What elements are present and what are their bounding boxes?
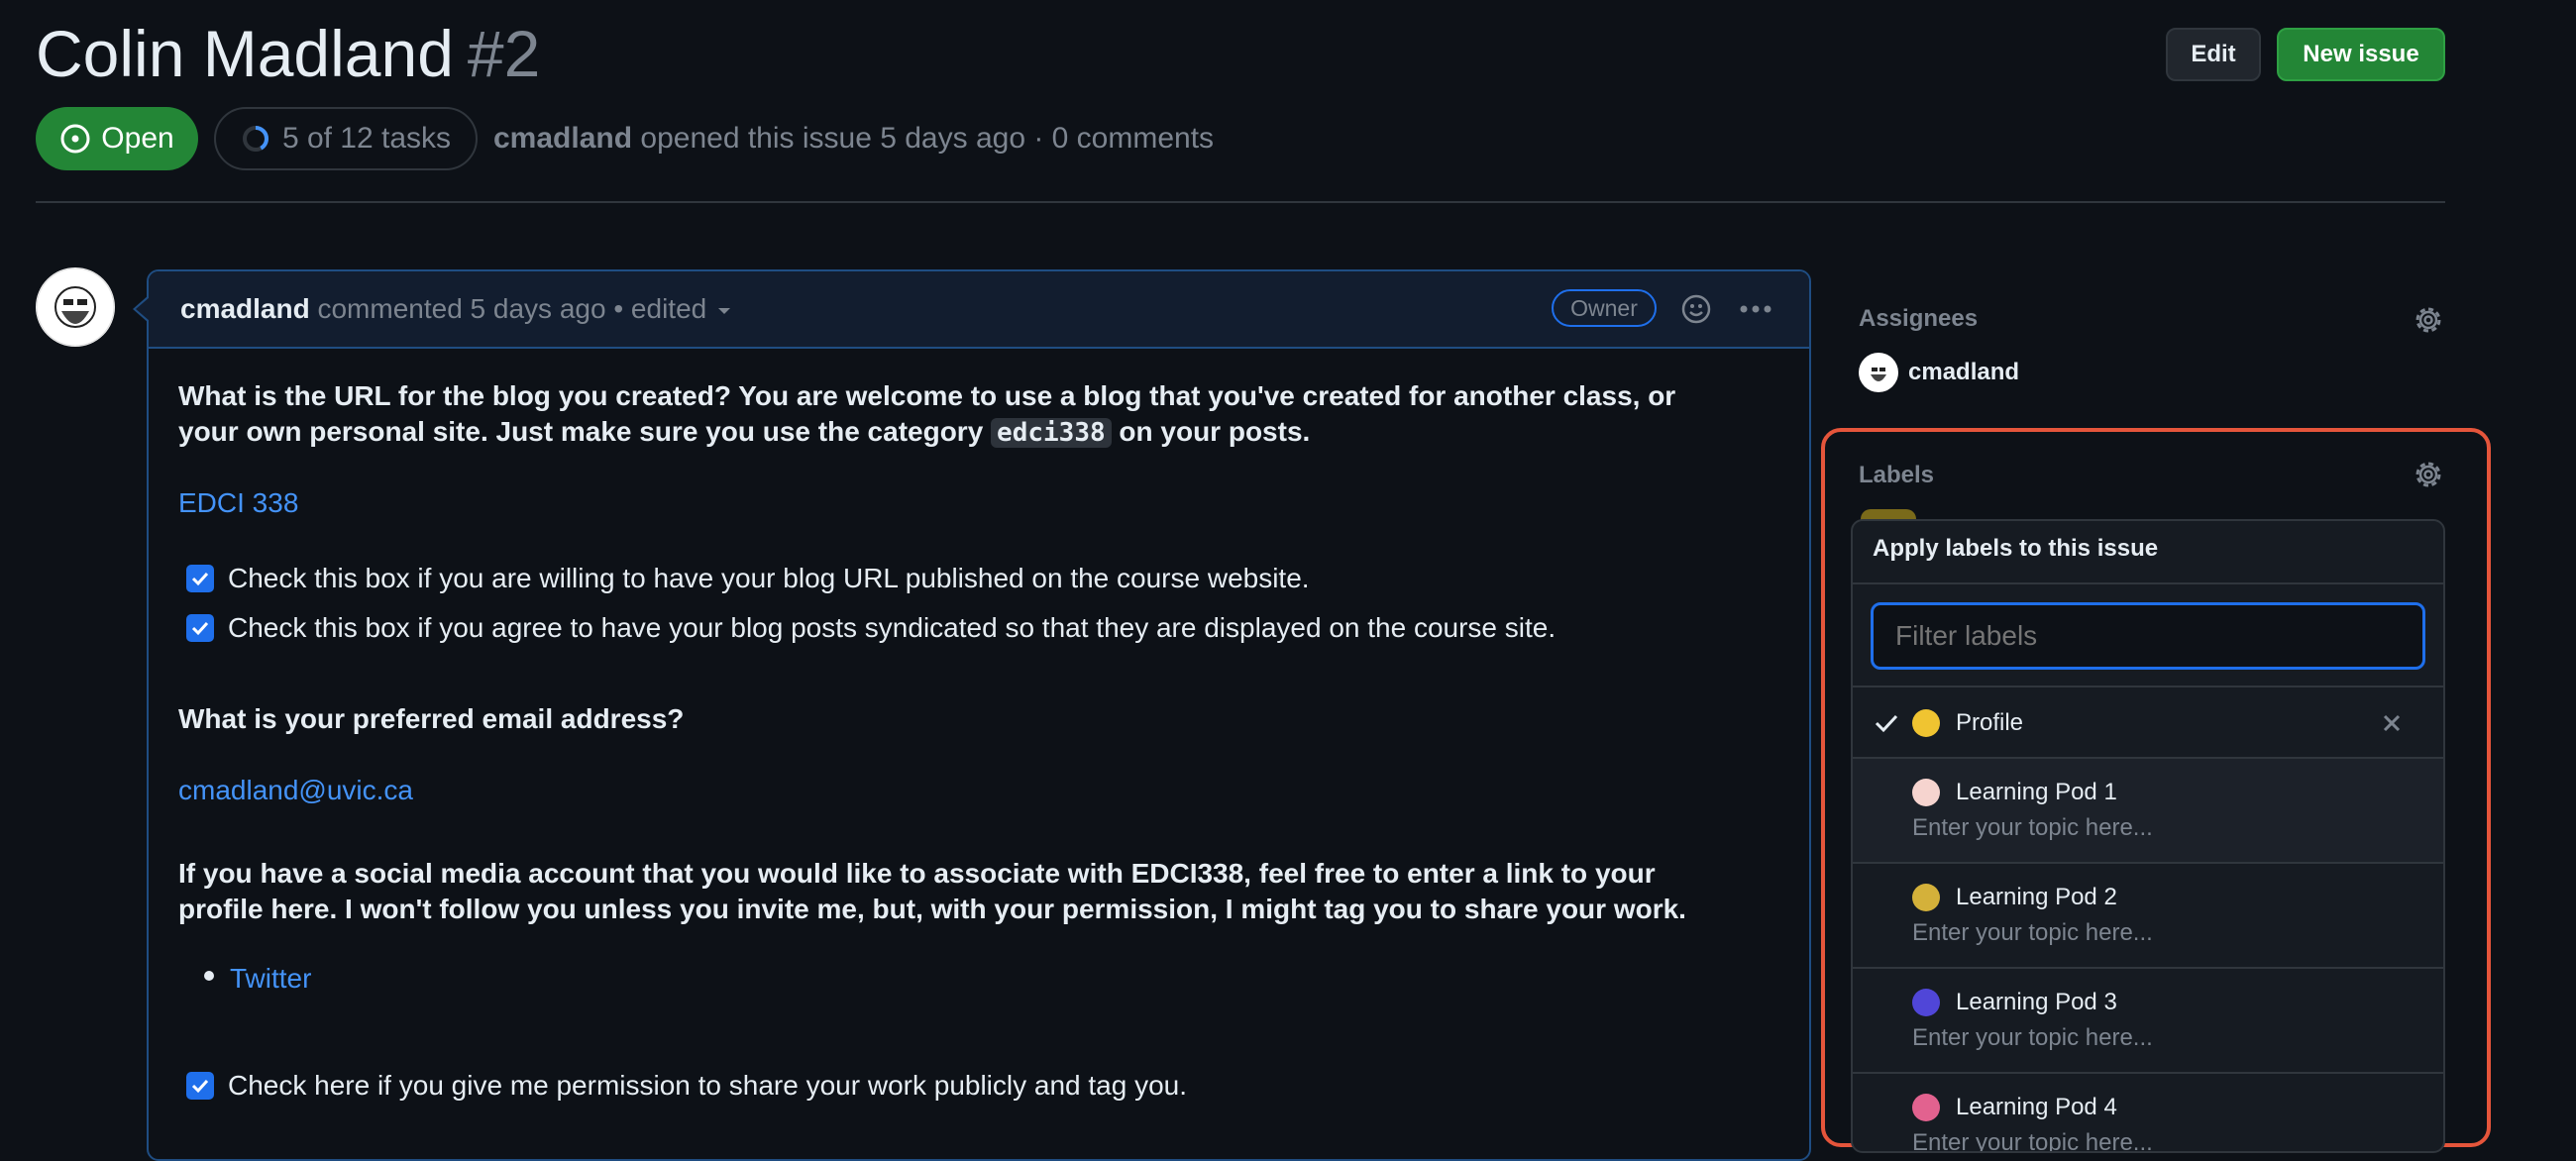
issue-number: #2 [467, 17, 541, 90]
header-divider [36, 201, 2445, 203]
divider [1853, 582, 2443, 584]
question-line: profile here. I won't follow you unless … [178, 894, 1686, 924]
emoji-reaction-icon[interactable] [1680, 293, 1712, 325]
checkbox-checked[interactable] [186, 614, 214, 642]
label-color-dot [1912, 884, 1940, 911]
question-line: What is the URL for the blog you created… [178, 380, 1676, 411]
status-badge: Open [36, 107, 198, 170]
label-row: Learning Pod 2 [1912, 884, 2117, 911]
check-icon [1875, 714, 1898, 733]
label-name: Learning Pod 3 [1956, 989, 2117, 1015]
question-email: What is your preferred email address? [178, 703, 685, 734]
question-line: your own personal site. Just make sure y… [178, 416, 1311, 448]
status-label: Open [101, 122, 174, 155]
issue-opened-text: opened this issue 5 days ago · 0 comment… [640, 122, 1215, 155]
gear-icon[interactable] [2412, 303, 2445, 337]
task-progress-label: 5 of 12 tasks [281, 122, 452, 155]
edited-dropdown[interactable]: edited [631, 293, 706, 324]
task-progress[interactable]: 5 of 12 tasks [214, 107, 478, 170]
label-color-dot [1912, 1094, 1940, 1121]
label-description: Enter your topic here... [1912, 1024, 2153, 1051]
task-label: Check this box if you agree to have your… [228, 612, 1556, 643]
question-line: If you have a social media account that … [178, 858, 1656, 889]
checkbox-checked[interactable] [186, 1072, 214, 1100]
comment-time: commented 5 days ago [317, 293, 606, 324]
label-option-learning-pod-2[interactable] [1853, 864, 2443, 969]
label-option-learning-pod-1[interactable] [1853, 759, 2443, 864]
checkmark-icon [191, 621, 209, 636]
comment-author[interactable]: cmadland [180, 293, 310, 324]
kebab-menu-icon[interactable] [1736, 293, 1775, 325]
progress-ring-icon [242, 126, 268, 152]
issue-title: Colin Madland #2 [36, 14, 540, 93]
checkmark-icon [191, 1079, 209, 1094]
blog-link[interactable]: EDCI 338 [178, 485, 298, 521]
label-name: Learning Pod 4 [1956, 1094, 2117, 1120]
labels-heading: Labels [1859, 462, 1935, 488]
close-icon[interactable] [2378, 709, 2406, 737]
label-color-dot [1912, 779, 1940, 806]
issue-meta: cmadland opened this issue 5 days ago · … [493, 119, 1214, 158]
new-issue-button[interactable]: New issue [2277, 28, 2445, 81]
task-label: Check this box if you are willing to hav… [228, 563, 1310, 593]
comment-pointer-fill [136, 297, 150, 321]
label-name: Profile [1956, 709, 2024, 736]
label-description: Enter your topic here... [1912, 814, 2153, 841]
issue-author[interactable]: cmadland [493, 122, 632, 155]
assignee-item[interactable]: cmadland [1859, 353, 2019, 392]
label-color-dot [1912, 989, 1940, 1016]
question-social: If you have a social media account that … [178, 856, 1686, 927]
label-color-dot [1912, 709, 1940, 737]
label-description: Enter your topic here... [1912, 919, 2153, 946]
label-option-learning-pod-3[interactable] [1853, 969, 2443, 1074]
question-blog-url: What is the URL for the blog you created… [178, 378, 1675, 451]
label-name: Learning Pod 1 [1956, 779, 2117, 805]
label-row: Learning Pod 1 [1912, 779, 2117, 806]
assignee-name: cmadland [1908, 359, 2020, 385]
task-label: Check here if you give me permission to … [228, 1070, 1188, 1101]
task-checkbox-row: Check this box if you agree to have your… [186, 612, 1556, 644]
label-row: Learning Pod 3 [1912, 989, 2117, 1016]
label-row: Learning Pod 4 [1912, 1094, 2117, 1121]
twitter-link[interactable]: Twitter [230, 961, 311, 997]
task-checkbox-row: Check here if you give me permission to … [186, 1070, 1187, 1102]
owner-badge: Owner [1552, 289, 1657, 327]
label-row: Profile [1912, 709, 2023, 737]
avatar[interactable] [36, 267, 115, 347]
task-checkbox-row: Check this box if you are willing to hav… [186, 563, 1310, 594]
issue-title-text: Colin Madland [36, 17, 454, 90]
comment-meta: cmadland commented 5 days ago • edited [180, 289, 734, 329]
filter-labels-input[interactable] [1871, 602, 2425, 670]
chevron-down-icon[interactable] [714, 304, 734, 318]
popover-title: Apply labels to this issue [1873, 535, 2159, 562]
checkbox-checked[interactable] [186, 565, 214, 592]
edit-button[interactable]: Edit [2166, 28, 2261, 81]
label-description: Enter your topic here... [1912, 1129, 2153, 1151]
avatar [1859, 353, 1898, 392]
assignees-heading: Assignees [1859, 305, 1979, 332]
label-option-learning-pod-4[interactable]: Learning Pod 4 Enter your topic here... [1853, 1074, 2443, 1151]
category-code: edci338 [991, 418, 1112, 448]
bullet [204, 971, 214, 981]
issue-open-icon [60, 124, 90, 154]
label-name: Learning Pod 2 [1956, 884, 2117, 910]
email-link[interactable]: cmadland@uvic.ca [178, 773, 413, 808]
checkmark-icon [191, 572, 209, 586]
gear-icon[interactable] [2412, 458, 2445, 491]
